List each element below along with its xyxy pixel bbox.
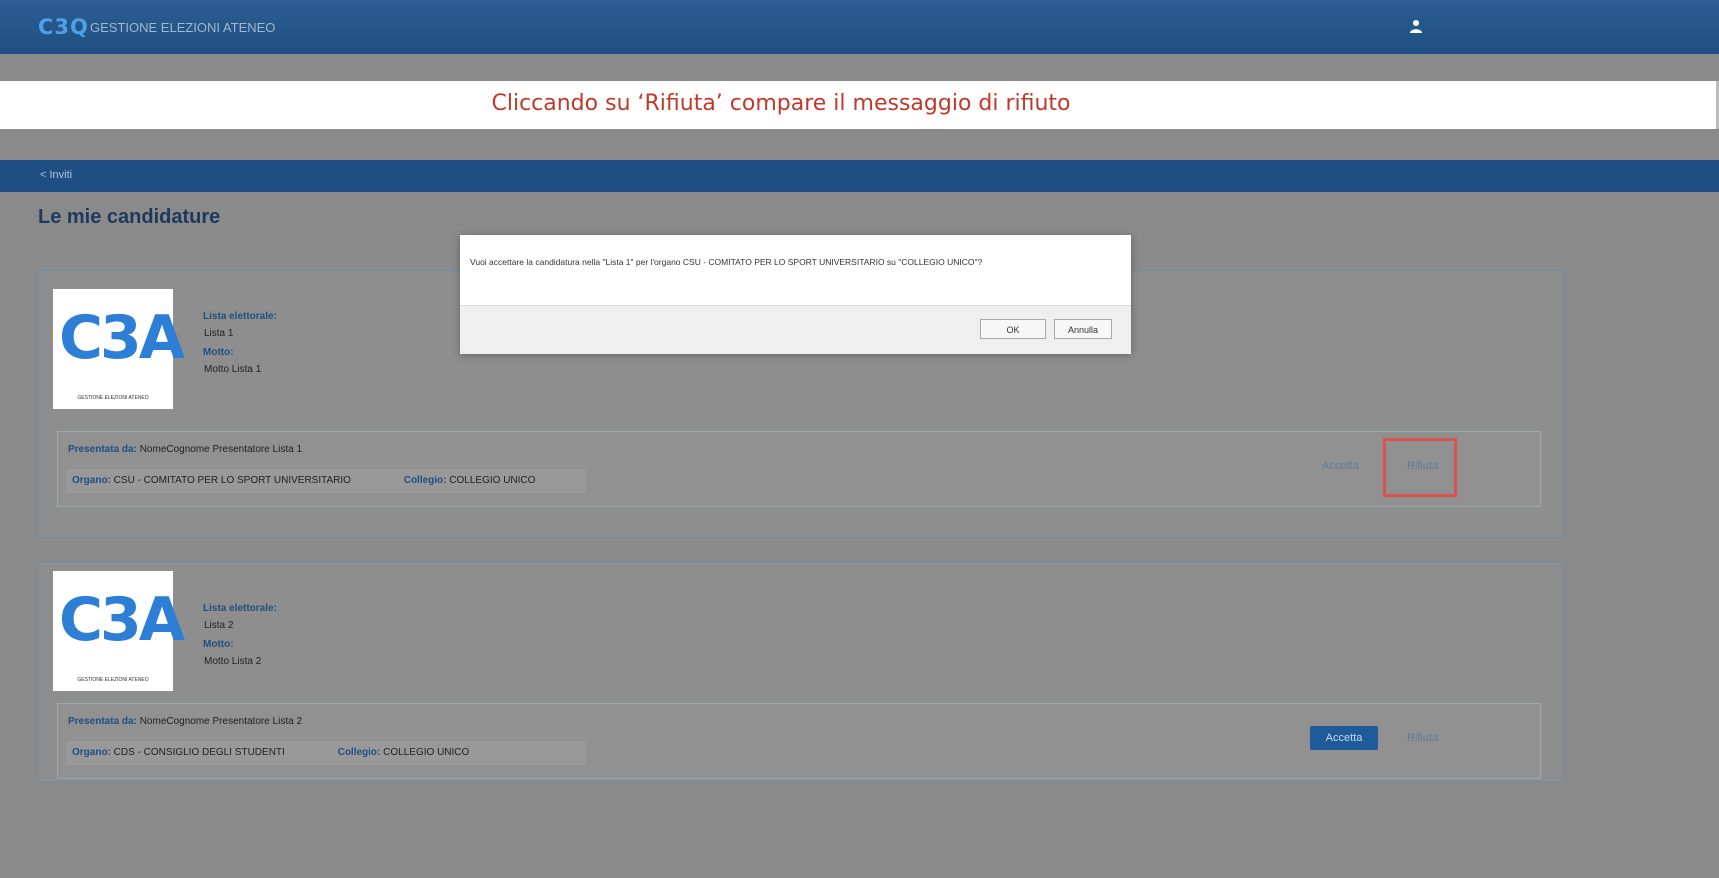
motto-value: Motto Lista 1 <box>204 364 262 375</box>
accetta-button[interactable]: Accetta <box>1310 726 1378 750</box>
list-logo-subtitle: GESTIONE ELEZIONI ATENEO <box>77 677 149 683</box>
list-logo-subtitle: GESTIONE ELEZIONI ATENEO <box>77 395 149 401</box>
collegio-label: Collegio: <box>403 475 447 486</box>
breadcrumb: < Inviti <box>0 160 1719 192</box>
list-logo: C3A GESTIONE ELEZIONI ATENEO <box>53 289 185 409</box>
presentata-value: NomeCognome Presentatore Lista 1 <box>139 444 303 455</box>
page-title: Le mie candidature <box>38 206 221 228</box>
collegio-label: Collegio: <box>337 747 381 758</box>
lista-value: Lista 1 <box>204 328 234 339</box>
app-title: GESTIONE ELEZIONI ATENEO <box>90 20 276 35</box>
breadcrumb-back-link[interactable]: < Inviti <box>40 169 72 181</box>
organo-collegio-row: Organo: CSU - COMITATO PER LO SPORT UNIV… <box>66 469 586 493</box>
instruction-banner: Cliccando su ‘Rifiuta’ compare il messag… <box>0 81 1719 129</box>
instruction-text: Cliccando su ‘Rifiuta’ compare il messag… <box>491 91 1071 116</box>
list-logo-mark: C3A <box>59 585 185 655</box>
details-panel: Presentata da: NomeCognome Presentatore … <box>57 431 1541 507</box>
cancel-button[interactable]: Annulla <box>1054 319 1112 339</box>
candidature-card: C3A GESTIONE ELEZIONI ATENEO Lista elett… <box>38 562 1564 782</box>
presentata-row: Presentata da: NomeCognome Presentatore … <box>68 716 302 727</box>
list-info: Lista elettorale: Lista 1 Motto: Motto L… <box>203 311 277 383</box>
organo-label: Organo: <box>72 747 111 758</box>
organo-value: CDS - CONSIGLIO DEGLI STUDENTI <box>113 747 285 758</box>
confirm-dialog: Vuoi accettare la candidatura nella "Lis… <box>460 235 1131 354</box>
top-navbar: C3Q GESTIONE ELEZIONI ATENEO <box>0 0 1719 54</box>
presentata-label: Presentata da: <box>68 444 137 455</box>
dialog-footer: OK Annulla <box>460 305 1131 354</box>
lista-label: Lista elettorale: <box>203 603 277 614</box>
presentata-row: Presentata da: NomeCognome Presentatore … <box>68 444 302 455</box>
collegio-value: COLLEGIO UNICO <box>449 475 536 486</box>
accetta-button[interactable]: Accetta <box>1322 460 1359 472</box>
lista-value: Lista 2 <box>204 620 234 631</box>
confirm-message: Vuoi accettare la candidatura nella "Lis… <box>470 257 983 267</box>
presentata-label: Presentata da: <box>68 716 137 727</box>
details-panel: Presentata da: NomeCognome Presentatore … <box>57 703 1541 779</box>
rifiuta-button[interactable]: Rifiuta <box>1407 732 1438 744</box>
organo-value: CSU - COMITATO PER LO SPORT UNIVERSITARI… <box>113 475 351 486</box>
list-info: Lista elettorale: Lista 2 Motto: Motto L… <box>203 603 277 675</box>
user-icon[interactable] <box>1408 18 1424 34</box>
list-logo: C3A GESTIONE ELEZIONI ATENEO <box>53 571 185 691</box>
organo-collegio-row: Organo: CDS - CONSIGLIO DEGLI STUDENTI C… <box>66 741 586 765</box>
organo-label: Organo: <box>72 475 111 486</box>
motto-label: Motto: <box>203 347 234 358</box>
rifiuta-highlight-box <box>1383 438 1457 497</box>
ok-button[interactable]: OK <box>980 319 1046 339</box>
motto-label: Motto: <box>203 639 234 650</box>
lista-label: Lista elettorale: <box>203 311 277 322</box>
list-logo-mark: C3A <box>59 303 185 373</box>
motto-value: Motto Lista 2 <box>204 656 262 667</box>
app-logo: C3Q <box>38 15 89 39</box>
presentata-value: NomeCognome Presentatore Lista 2 <box>139 716 303 727</box>
collegio-value: COLLEGIO UNICO <box>383 747 470 758</box>
